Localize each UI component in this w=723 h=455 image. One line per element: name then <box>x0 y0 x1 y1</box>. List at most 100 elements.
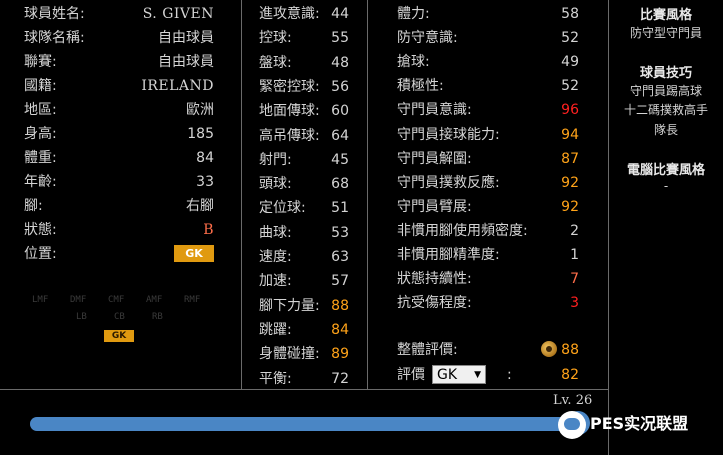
stat-row: 跳躍: 84 <box>259 319 349 341</box>
stat-label: 守門員臂展: <box>397 198 472 215</box>
stat-value: 92 <box>561 198 579 215</box>
stat-label: 守門員解圍: <box>397 150 472 167</box>
divider <box>241 0 242 390</box>
divider <box>0 389 609 390</box>
stat-row: 射門: 45 <box>259 149 349 171</box>
rating-suffix: : <box>507 367 512 383</box>
stat-label: 高吊傳球: <box>259 127 320 144</box>
stat-row: 加速: 57 <box>259 270 349 292</box>
rating-value: 82 <box>561 367 579 383</box>
stat-label: 非慣用腳精準度: <box>397 247 500 263</box>
stat-value: 94 <box>561 126 579 143</box>
stat-label: 球隊名稱: <box>24 30 85 46</box>
ai-style-title: 電腦比賽風格 <box>626 163 705 178</box>
stat-value: 63 <box>331 249 349 265</box>
attack-stats-panel: 進攻意識: 44 控球: 55 盤球: 48 緊密控球: 56 地面傳球: 60 高吊傳球: 64 射門… <box>243 0 366 390</box>
stat-row: 體重: 84 <box>24 147 214 169</box>
stat-value: 88 <box>331 297 349 314</box>
stat-label: 體重: <box>24 150 57 166</box>
stat-row: 控球: 55 <box>259 27 349 49</box>
stat-row: 守門員臂展: 92 <box>397 196 579 218</box>
stat-value: 55 <box>331 30 349 47</box>
stat-row: 身高: 185 <box>24 123 214 145</box>
position-gk-marker: GK <box>104 330 134 342</box>
stat-row: 抗受傷程度: 3 <box>397 292 579 314</box>
stat-row: 身體碰撞: 89 <box>259 343 349 365</box>
stat-value: 52 <box>561 78 579 95</box>
stat-label: 身體碰撞: <box>259 346 320 363</box>
stat-value: 2 <box>570 222 579 239</box>
stat-row: 緊密控球: 56 <box>259 76 349 98</box>
position-cell: RMF <box>184 295 201 305</box>
stat-value: 48 <box>331 54 349 71</box>
stat-value: 51 <box>331 200 349 217</box>
stat-value: IRELAND <box>141 78 214 94</box>
stat-label: 非慣用腳使用頻密度: <box>397 222 528 239</box>
position-rating-select[interactable]: GK ▼ <box>432 365 486 384</box>
stat-label: 守門員意識: <box>397 102 472 119</box>
stat-row: 非慣用腳精準度: 1 <box>397 244 579 266</box>
position-row: 位置: GK <box>24 243 214 265</box>
stat-row: 狀態: B <box>24 219 214 241</box>
stat-value: 185 <box>187 126 214 142</box>
stat-label: 守門員接球能力: <box>397 126 500 143</box>
rating-label: 評價 <box>397 367 425 383</box>
play-style-value: 防守型守門員 <box>629 26 702 40</box>
stat-row: 曲球: 53 <box>259 222 349 244</box>
defense-stats-panel: 整體評價: 88 評價 : 82 體力: 58 防守意識: 52 搶球: 49 積極性: 52… <box>369 0 607 390</box>
stat-label: 年齡: <box>24 174 57 190</box>
stat-row: 守門員撲救反應: 92 <box>397 172 579 194</box>
play-style-title: 比賽風格 <box>639 8 692 23</box>
stat-row: 腳下力量: 88 <box>259 295 349 317</box>
stat-label: 身高: <box>24 126 57 142</box>
stat-label: 定位球: <box>259 200 306 217</box>
stat-label: 體力: <box>397 6 430 22</box>
stat-value: 56 <box>331 78 349 95</box>
stat-row: 高吊傳球: 64 <box>259 125 349 147</box>
stat-label: 盤球: <box>259 54 292 71</box>
stat-row: 頭球: 68 <box>259 173 349 195</box>
stat-value: 自由球員 <box>158 54 214 70</box>
stat-label: 防守意識: <box>397 30 458 47</box>
stat-value: 68 <box>331 176 349 193</box>
stat-label: 控球: <box>259 30 292 47</box>
stat-label: 腳: <box>24 198 43 214</box>
stat-row: 地區: 歐洲 <box>24 99 214 121</box>
stat-value: 52 <box>561 30 579 47</box>
stat-value: 53 <box>331 224 349 241</box>
divider <box>367 0 368 390</box>
stat-label: 射門: <box>259 151 292 168</box>
level-progress-track[interactable] <box>30 411 590 435</box>
position-cell: DMF <box>70 295 87 305</box>
overall-rating-label: 整體評價: <box>397 342 458 358</box>
position-label: 位置: <box>24 246 57 262</box>
stat-value: 72 <box>331 370 349 387</box>
stat-label: 進攻意識: <box>259 6 320 22</box>
stat-value: 64 <box>331 127 349 144</box>
position-badge: GK <box>174 245 214 262</box>
stat-label: 狀態持續性: <box>397 271 472 288</box>
rating-row: 評價 : 82 <box>397 364 579 386</box>
stat-value: 84 <box>196 150 214 166</box>
stat-value: 60 <box>331 103 349 120</box>
stat-label: 腳下力量: <box>259 297 320 314</box>
stat-label: 狀態: <box>24 222 57 238</box>
stat-value: 1 <box>570 247 579 263</box>
stat-label: 加速: <box>259 273 292 290</box>
position-rating-selected: GK <box>437 367 458 383</box>
stat-row: 球員姓名: S. GIVEN <box>24 3 214 25</box>
stat-value: 49 <box>561 54 579 71</box>
position-cell: AMF <box>146 295 163 305</box>
stat-value: 7 <box>570 271 579 288</box>
watermark-text: PES实况联盟 <box>590 414 689 433</box>
stat-row: 球隊名稱: 自由球員 <box>24 27 214 49</box>
stat-label: 抗受傷程度: <box>397 295 472 312</box>
stat-row: 地面傳球: 60 <box>259 100 349 122</box>
stat-label: 頭球: <box>259 176 292 193</box>
stat-value: 33 <box>196 174 214 190</box>
stat-value: 84 <box>331 321 349 338</box>
stat-row: 體力: 58 <box>397 3 579 25</box>
stat-row: 盤球: 48 <box>259 52 349 74</box>
skill-item: 十二碼撲救高手 <box>623 103 708 117</box>
stat-value: B <box>203 222 214 238</box>
